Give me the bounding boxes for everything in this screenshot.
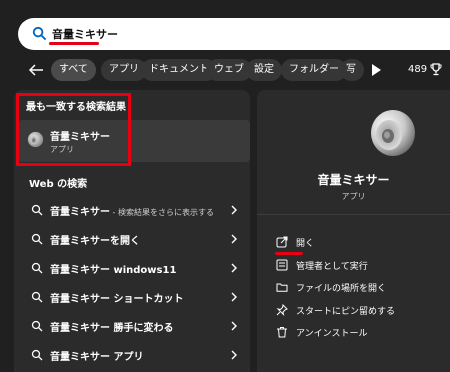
play-icon[interactable]	[371, 64, 381, 76]
action-label: アンインストール	[296, 329, 368, 339]
filter-chip-settings[interactable]: 設定	[246, 59, 282, 81]
action-label: 開く	[296, 239, 315, 249]
pin-icon	[276, 304, 288, 316]
action-label: 管理者として実行	[296, 262, 368, 272]
search-icon	[31, 291, 43, 303]
web-result-label: 音量ミキサー windows11	[50, 265, 177, 276]
trash-icon	[277, 327, 287, 338]
search-icon	[31, 233, 43, 245]
web-result-label: 音量ミキサー - 検索結果をさらに表示する	[50, 207, 214, 218]
chevron-right-icon	[231, 321, 237, 331]
app-type: アプリ	[341, 192, 366, 201]
back-arrow-icon[interactable]	[28, 62, 44, 78]
filter-chip-all[interactable]: すべて	[51, 59, 96, 81]
search-icon	[32, 26, 47, 41]
search-input[interactable]: 音量ミキサー	[52, 26, 118, 42]
web-result-label: 音量ミキサー ショートカット	[50, 294, 184, 305]
web-result-item[interactable]: 音量ミキサー - 検索結果をさらに表示する	[14, 196, 250, 224]
action-label: スタートにピン留めする	[296, 307, 396, 317]
divider	[257, 214, 450, 215]
open-external-icon	[276, 236, 288, 248]
folder-icon	[276, 283, 288, 292]
speaker-icon	[371, 110, 415, 156]
chevron-right-icon	[231, 292, 237, 302]
highlight-box	[16, 93, 131, 166]
trophy-icon[interactable]	[430, 63, 442, 76]
highlight-underline	[275, 252, 303, 255]
highlight-underline	[49, 42, 99, 45]
chevron-right-icon	[231, 350, 237, 360]
web-search-heading: Web の検索	[29, 179, 88, 190]
web-result-item[interactable]: 音量ミキサー windows11	[14, 254, 250, 282]
action-label: ファイルの場所を開く	[296, 284, 387, 294]
search-icon	[31, 262, 43, 274]
web-result-label: 音量ミキサー アプリ	[50, 352, 144, 363]
search-icon	[31, 320, 43, 332]
chevron-right-icon	[231, 263, 237, 273]
search-icon	[31, 204, 43, 216]
web-result-item[interactable]: 音量ミキサー ショートカット	[14, 283, 250, 311]
search-icon	[31, 349, 43, 361]
search-box[interactable]: 音量ミキサー	[18, 18, 450, 50]
app-title: 音量ミキサー	[317, 173, 390, 187]
web-result-label: 音量ミキサーを開く	[50, 236, 140, 247]
web-result-label: 音量ミキサー 勝手に変わる	[50, 323, 174, 334]
chevron-right-icon	[231, 234, 237, 244]
web-result-item[interactable]: 音量ミキサー アプリ	[14, 341, 250, 369]
chevron-right-icon	[231, 205, 237, 215]
web-result-item[interactable]: 音量ミキサーを開く	[14, 225, 250, 253]
shield-admin-icon	[276, 259, 288, 271]
filter-chip-photos[interactable]: 写	[340, 59, 364, 81]
rewards-points: 489	[408, 64, 428, 75]
web-result-item[interactable]: 音量ミキサー 勝手に変わる	[14, 312, 250, 340]
filter-chip-folders[interactable]: フォルダー	[281, 59, 347, 81]
